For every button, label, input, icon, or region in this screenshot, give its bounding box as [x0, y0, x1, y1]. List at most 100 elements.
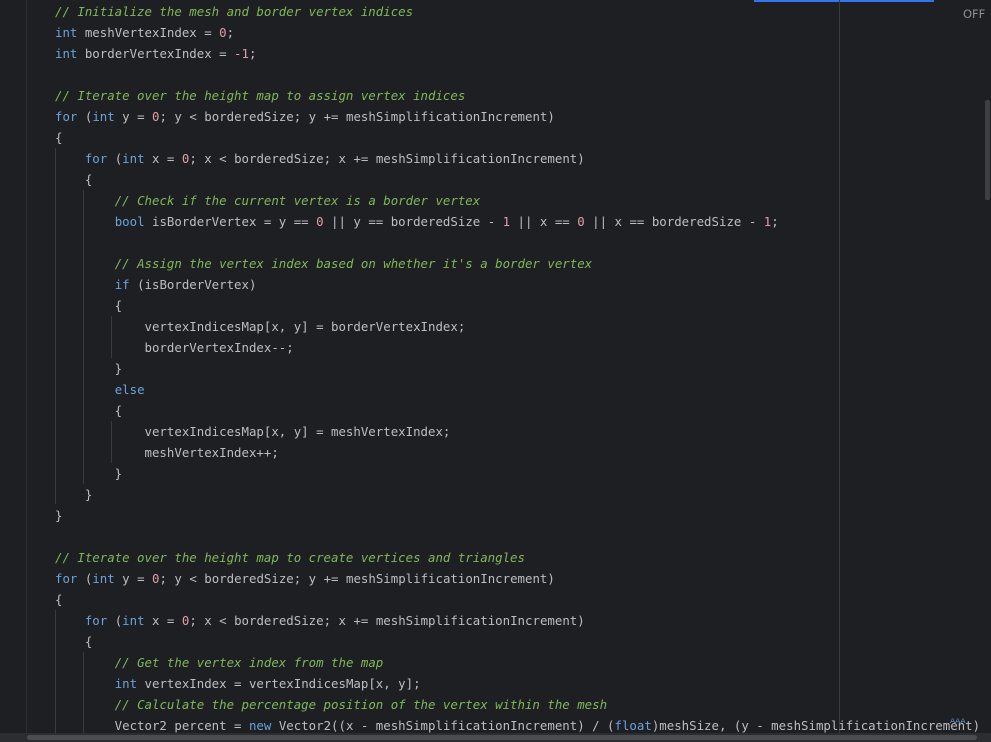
code-line[interactable]: // Iterate over the height map to assign…	[55, 85, 991, 106]
code-token: (	[77, 571, 93, 586]
code-token: vertexIndicesMap[x, y] = meshVertexIndex…	[55, 424, 451, 439]
code-token: // Initialize the mesh and border vertex…	[55, 4, 414, 19]
code-token: int	[122, 151, 145, 166]
code-token: y =	[114, 109, 153, 124]
code-token: }	[55, 508, 63, 523]
code-token: }	[55, 466, 123, 481]
code-token: ;	[248, 46, 257, 61]
code-line[interactable]	[55, 232, 991, 253]
code-line[interactable]: int meshVertexIndex = 0;	[55, 22, 991, 43]
code-line[interactable]: }	[55, 505, 991, 526]
code-token: vertexIndicesMap[x, y] = borderVertexInd…	[55, 319, 466, 334]
code-line[interactable]: {	[55, 169, 991, 190]
horizontal-scroll-thumb[interactable]	[27, 735, 977, 740]
code-token: 0	[219, 25, 227, 40]
code-line[interactable]: vertexIndicesMap[x, y] = borderVertexInd…	[55, 316, 991, 337]
code-token: -1	[234, 46, 249, 61]
code-line[interactable]: bool isBorderVertex = y == 0 || y == bor…	[55, 211, 991, 232]
code-token: borderVertexIndex--;	[55, 340, 294, 355]
code-token: (	[107, 151, 123, 166]
code-token: Vector2((x - meshSimplificationIncrement…	[271, 718, 615, 733]
code-line[interactable]: vertexIndicesMap[x, y] = meshVertexIndex…	[55, 421, 991, 442]
code-token: ; x < borderedSize; x += meshSimplificat…	[189, 151, 585, 166]
code-line[interactable]: int vertexIndex = vertexIndicesMap[x, y]…	[55, 673, 991, 694]
reader-mode-icon[interactable]: ᴬᴬᴬ	[950, 716, 966, 730]
code-line[interactable]: borderVertexIndex--;	[55, 337, 991, 358]
code-token: {	[55, 298, 123, 313]
code-token: vertexIndex = vertexIndicesMap[x, y];	[137, 676, 421, 691]
code-token: {	[55, 403, 123, 418]
code-line[interactable]: }	[55, 484, 991, 505]
code-line[interactable]: }	[55, 358, 991, 379]
code-line[interactable]: for (int x = 0; x < borderedSize; x += m…	[55, 148, 991, 169]
code-line[interactable]: meshVertexIndex++;	[55, 442, 991, 463]
code-token: Vector2 percent =	[55, 718, 249, 733]
code-line[interactable]: for (int y = 0; y < borderedSize; y += m…	[55, 568, 991, 589]
code-line[interactable]: else	[55, 379, 991, 400]
code-line[interactable]: {	[55, 127, 991, 148]
code-token: x =	[144, 613, 182, 628]
vertical-scroll-thumb[interactable]	[985, 100, 990, 200]
code-line[interactable]: // Assign the vertex index based on whet…	[55, 253, 991, 274]
code-line[interactable]: {	[55, 631, 991, 652]
code-token: borderVertexIndex =	[77, 46, 235, 61]
code-token: meshVertexIndex++;	[55, 445, 279, 460]
code-line[interactable]: // Calculate the percentage position of …	[55, 694, 991, 715]
code-token: }	[55, 361, 123, 376]
code-token: (	[77, 109, 93, 124]
code-token: y =	[114, 571, 153, 586]
code-line[interactable]	[55, 526, 991, 547]
code-line[interactable]: // Get the vertex index from the map	[55, 652, 991, 673]
code-token: || y == borderedSize -	[323, 214, 503, 229]
code-line[interactable]: {	[55, 589, 991, 610]
code-token: int	[114, 676, 138, 691]
code-token: bool	[114, 214, 145, 229]
code-token: for	[55, 571, 78, 586]
editor-gutter	[0, 0, 27, 742]
code-token: meshVertexIndex =	[77, 25, 220, 40]
code-token: 1	[502, 214, 511, 229]
code-token: // Assign the vertex index based on whet…	[114, 256, 593, 271]
inspection-status-label[interactable]: OFF	[963, 7, 985, 21]
code-token: isBorderVertex = y ==	[144, 214, 317, 229]
code-token: float	[614, 718, 652, 733]
code-line[interactable]: if (isBorderVertex)	[55, 274, 991, 295]
code-line[interactable]: // Initialize the mesh and border vertex…	[55, 1, 991, 22]
code-token: new	[248, 718, 272, 733]
code-token: {	[55, 130, 63, 145]
code-line[interactable]: {	[55, 295, 991, 316]
code-token: int	[92, 109, 115, 124]
code-token: for	[84, 151, 108, 166]
code-editor[interactable]: // Initialize the mesh and border vertex…	[0, 0, 991, 742]
code-token: (	[107, 613, 123, 628]
horizontal-scrollbar[interactable]	[0, 733, 991, 742]
code-token: ; y < borderedSize; y += meshSimplificat…	[159, 109, 555, 124]
code-token: x =	[144, 151, 182, 166]
code-line[interactable]: // Check if the current vertex is a bord…	[55, 190, 991, 211]
vertical-scrollbar[interactable]	[985, 0, 991, 742]
code-token: ;	[226, 25, 235, 40]
code-token: ; y < borderedSize; y += meshSimplificat…	[159, 571, 555, 586]
code-line[interactable]	[55, 64, 991, 85]
code-token: int	[122, 613, 145, 628]
code-line[interactable]: }	[55, 463, 991, 484]
code-line[interactable]: for (int x = 0; x < borderedSize; x += m…	[55, 610, 991, 631]
code-token: if	[114, 277, 130, 292]
code-token: // Iterate over the height map to assign…	[55, 88, 466, 103]
code-token: // Calculate the percentage position of …	[114, 697, 608, 712]
code-token: // Get the vertex index from the map	[114, 655, 384, 670]
code-line[interactable]: for (int y = 0; y < borderedSize; y += m…	[55, 106, 991, 127]
code-line[interactable]: // Iterate over the height map to create…	[55, 547, 991, 568]
code-token: 0	[577, 214, 585, 229]
code-content[interactable]: // Initialize the mesh and border vertex…	[55, 1, 991, 736]
code-line[interactable]: int borderVertexIndex = -1;	[55, 43, 991, 64]
code-line[interactable]: {	[55, 400, 991, 421]
